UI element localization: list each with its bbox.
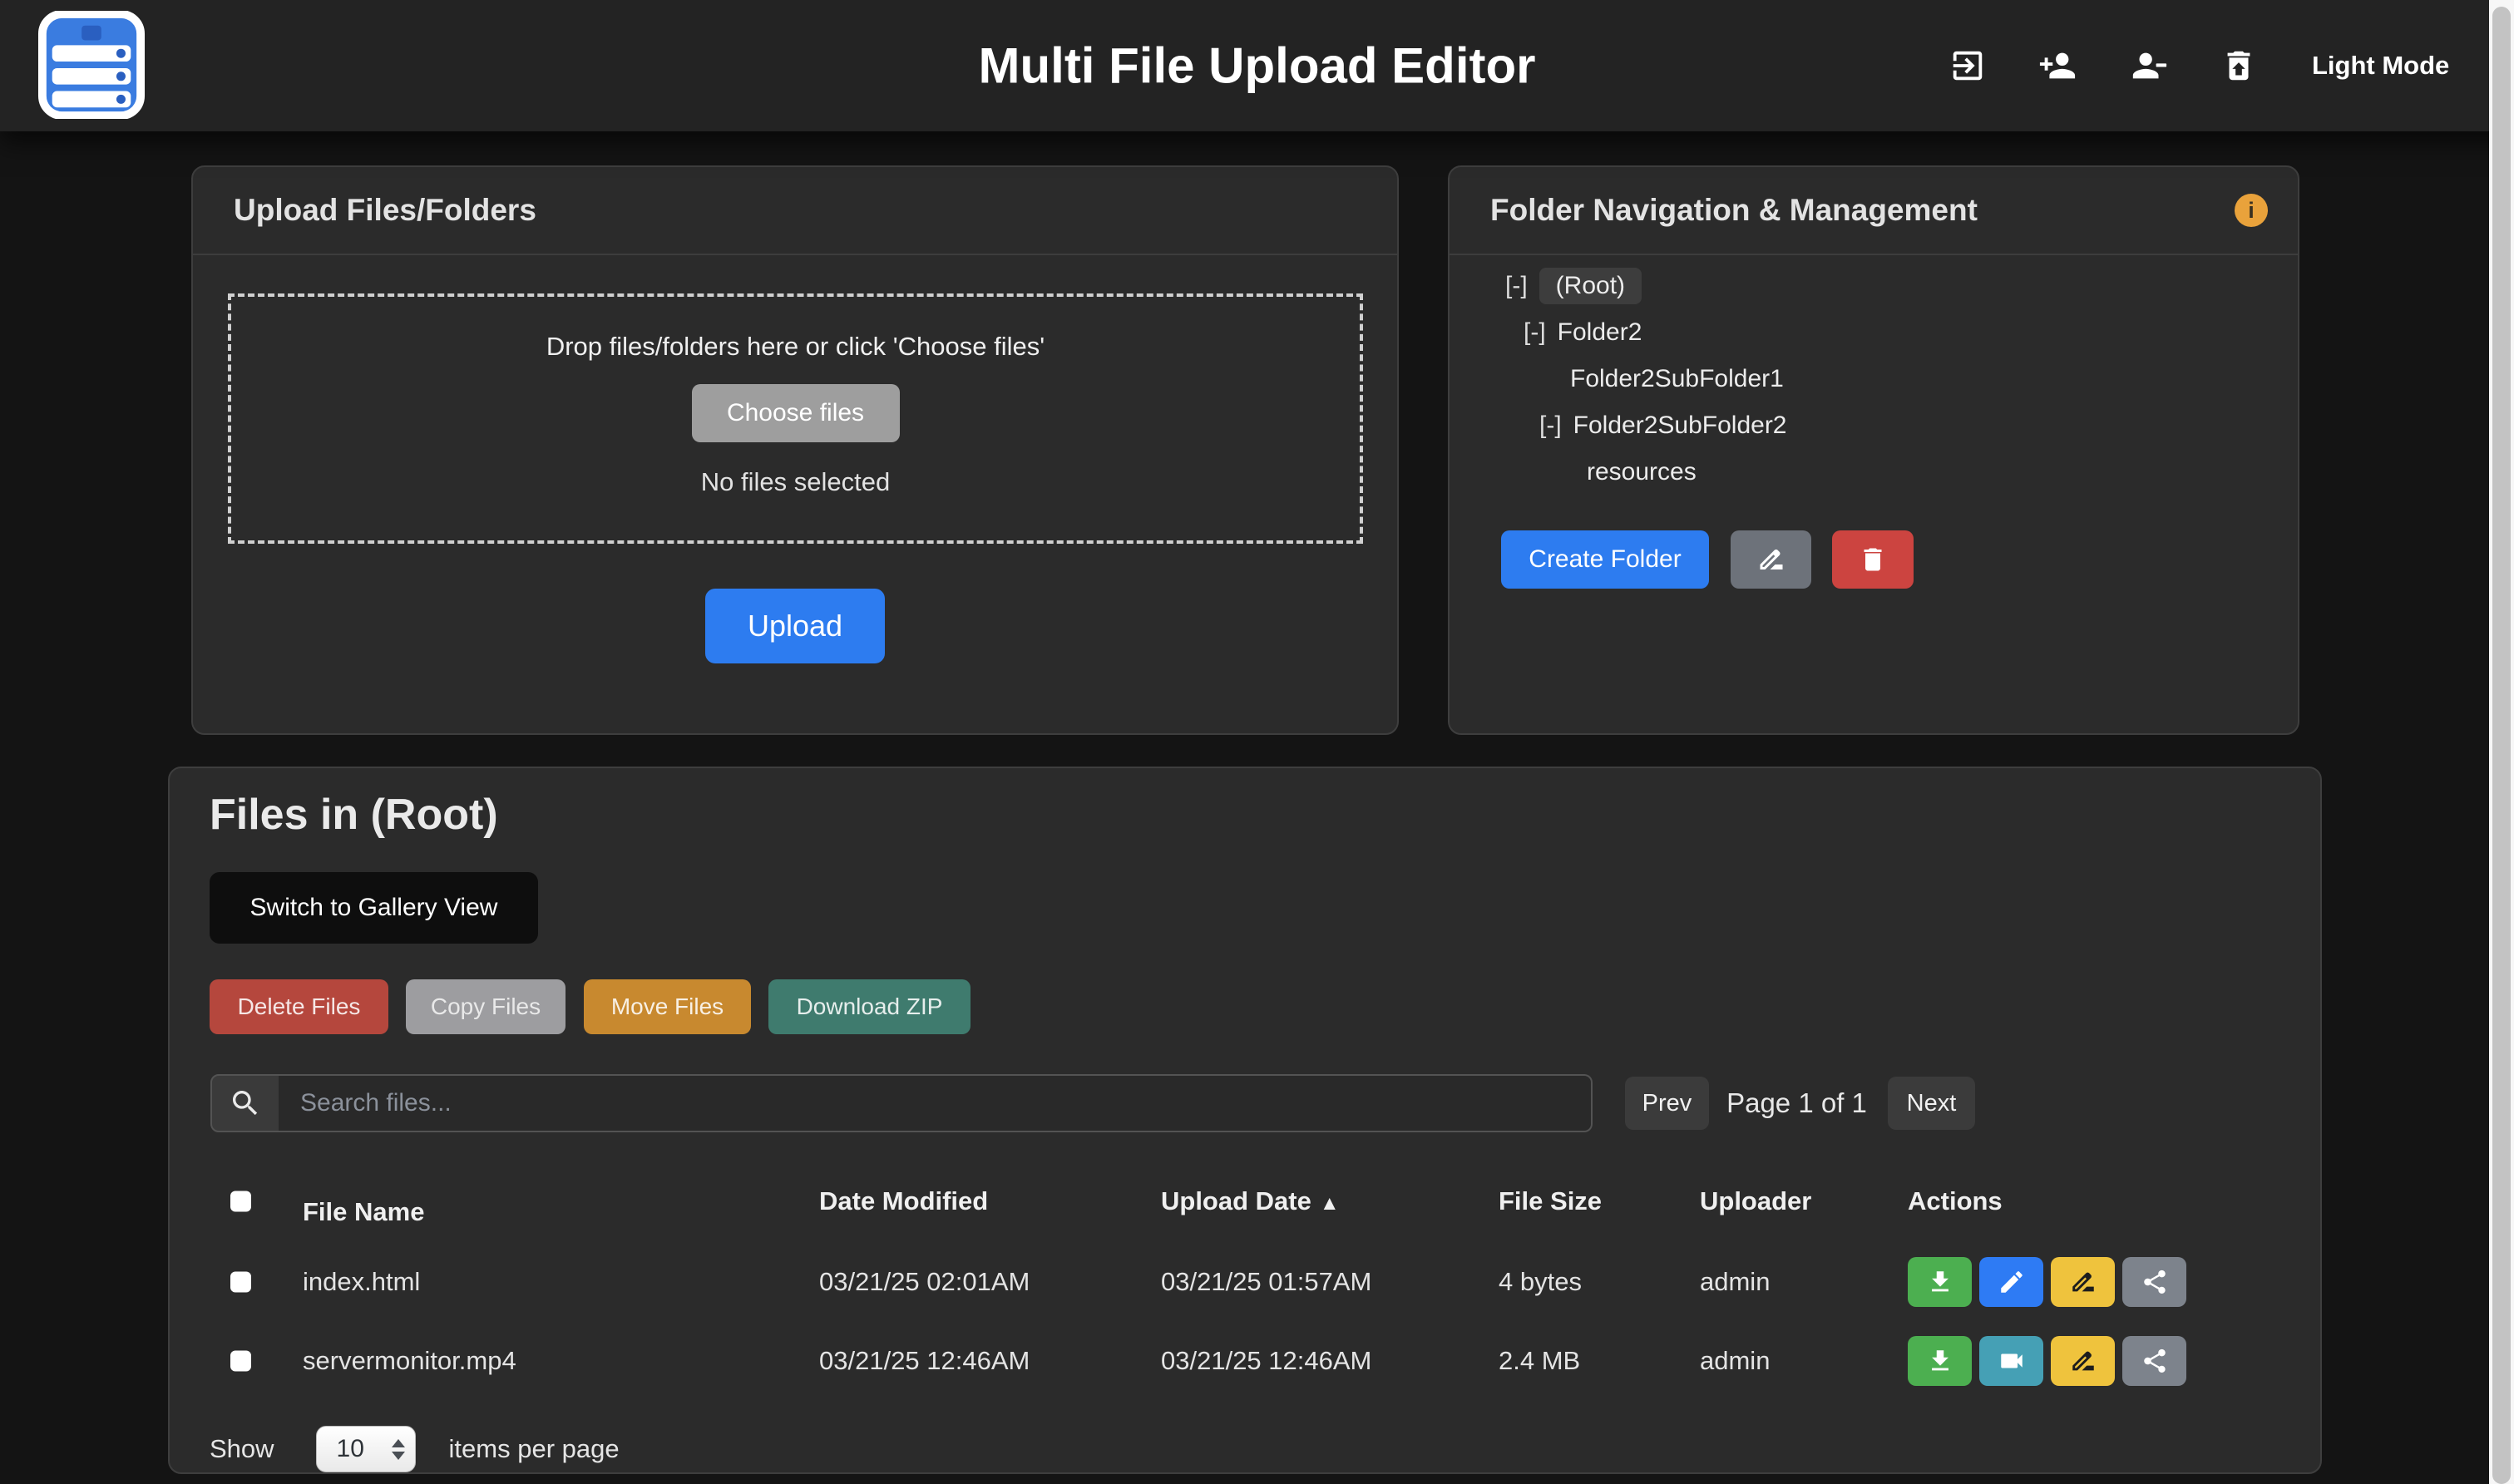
page-indicator: Page 1 of 1 xyxy=(1721,1077,1873,1130)
row-checkbox[interactable] xyxy=(230,1271,251,1292)
download-icon xyxy=(1926,1268,1954,1296)
share-file-button[interactable] xyxy=(2122,1336,2186,1386)
upload-panel-title: Upload Files/Folders xyxy=(193,167,1397,255)
file-name: servermonitor.mp4 xyxy=(303,1346,516,1376)
tree-item-label[interactable]: resources xyxy=(1587,458,1697,486)
rename-file-button[interactable] xyxy=(2051,1257,2115,1307)
download-zip-button[interactable]: Download ZIP xyxy=(768,979,971,1034)
light-mode-toggle[interactable]: Light Mode xyxy=(2312,0,2449,131)
edit-file-button[interactable] xyxy=(1979,1257,2043,1307)
add-user-icon[interactable] xyxy=(2038,47,2077,85)
files-panel: Files in (Root) Switch to Gallery View D… xyxy=(168,767,2322,1474)
column-header-date-modified[interactable]: Date Modified xyxy=(819,1186,988,1216)
file-dropzone[interactable]: Drop files/folders here or click 'Choose… xyxy=(228,293,1363,544)
delete-files-button[interactable]: Delete Files xyxy=(210,979,388,1034)
items-per-page-value: 10 xyxy=(337,1435,364,1463)
table-row: servermonitor.mp4 03/21/25 12:46AM 03/21… xyxy=(170,1321,2320,1400)
tree-item-resources[interactable]: resources xyxy=(1450,449,2298,495)
download-icon xyxy=(1926,1347,1954,1375)
uploader: admin xyxy=(1700,1267,1770,1297)
uploader: admin xyxy=(1700,1346,1770,1376)
video-camera-icon xyxy=(1998,1347,2026,1375)
items-per-page-label: items per page xyxy=(449,1434,620,1464)
pencil-line-icon xyxy=(1756,545,1786,574)
logout-icon[interactable] xyxy=(1948,47,1987,85)
download-file-button[interactable] xyxy=(1908,1336,1972,1386)
upload-panel: Upload Files/Folders Drop files/folders … xyxy=(191,165,1399,735)
search-input[interactable] xyxy=(279,1074,1593,1132)
vertical-scrollbar[interactable] xyxy=(2489,0,2514,1484)
folder-tree: [-] (Root) [-] Folder2 Folder2SubFolder1… xyxy=(1450,263,2298,495)
app-header: Multi File Upload Editor Light Mode xyxy=(0,0,2514,131)
switch-gallery-view-button[interactable]: Switch to Gallery View xyxy=(210,872,538,944)
file-size: 4 bytes xyxy=(1499,1267,1582,1297)
rename-file-button[interactable] xyxy=(2051,1336,2115,1386)
dropzone-hint: Drop files/folders here or click 'Choose… xyxy=(546,332,1045,362)
tree-item-root[interactable]: [-] (Root) xyxy=(1450,263,2298,309)
next-page-button[interactable]: Next xyxy=(1888,1077,1975,1130)
table-header-row: File Name Date Modified Upload Date▲ Fil… xyxy=(170,1174,2320,1229)
pencil-icon xyxy=(1998,1268,2026,1296)
collapse-toggle[interactable]: [-] xyxy=(1539,412,1562,440)
tree-item-folder2[interactable]: [-] Folder2 xyxy=(1450,309,2298,356)
remove-user-icon[interactable] xyxy=(2130,47,2168,85)
scrollbar-thumb[interactable] xyxy=(2492,7,2511,1484)
app-logo-server-icon[interactable] xyxy=(37,11,146,121)
upload-date: 03/21/25 01:57AM xyxy=(1161,1267,1371,1297)
pencil-line-icon xyxy=(2069,1347,2097,1375)
prev-page-button[interactable]: Prev xyxy=(1625,1077,1709,1130)
tree-item-folder2subfolder2[interactable]: [-] Folder2SubFolder2 xyxy=(1450,402,2298,449)
create-folder-button[interactable]: Create Folder xyxy=(1501,530,1709,589)
row-checkbox[interactable] xyxy=(230,1350,251,1371)
upload-date: 03/21/25 12:46AM xyxy=(1161,1346,1371,1376)
date-modified: 03/21/25 12:46AM xyxy=(819,1346,1030,1376)
files-section-title: Files in (Root) xyxy=(210,790,498,840)
sort-ascending-icon: ▲ xyxy=(1320,1192,1340,1215)
share-file-button[interactable] xyxy=(2122,1257,2186,1307)
select-all-checkbox[interactable] xyxy=(230,1191,251,1212)
search-icon[interactable] xyxy=(210,1074,280,1132)
column-header-actions: Actions xyxy=(1908,1186,2003,1216)
choose-files-button[interactable]: Choose files xyxy=(692,384,900,442)
page-title: Multi File Upload Editor xyxy=(979,37,1536,95)
date-modified: 03/21/25 02:01AM xyxy=(819,1267,1030,1297)
column-header-file-name[interactable]: File Name xyxy=(303,1197,424,1227)
play-video-button[interactable] xyxy=(1979,1336,2043,1386)
collapse-toggle[interactable]: [-] xyxy=(1505,272,1528,300)
folder-panel: Folder Navigation & Management i [-] (Ro… xyxy=(1448,165,2299,735)
file-name: index.html xyxy=(303,1267,420,1297)
tree-item-label[interactable]: Folder2SubFolder2 xyxy=(1573,412,1787,440)
no-files-status: No files selected xyxy=(701,467,890,497)
table-row: index.html 03/21/25 02:01AM 03/21/25 01:… xyxy=(170,1242,2320,1321)
stepper-arrows-icon xyxy=(392,1439,405,1460)
download-file-button[interactable] xyxy=(1908,1257,1972,1307)
share-icon xyxy=(2141,1347,2169,1375)
rename-folder-button[interactable] xyxy=(1731,530,1811,589)
column-header-uploader[interactable]: Uploader xyxy=(1700,1186,1811,1216)
restore-trash-icon[interactable] xyxy=(2220,47,2258,85)
collapse-toggle[interactable]: [-] xyxy=(1524,318,1546,347)
trash-icon xyxy=(1858,545,1888,574)
pencil-line-icon xyxy=(2069,1268,2097,1296)
items-per-page-select[interactable]: 10 xyxy=(316,1426,416,1472)
column-header-file-size[interactable]: File Size xyxy=(1499,1186,1602,1216)
move-files-button[interactable]: Move Files xyxy=(584,979,751,1034)
tree-item-folder2subfolder1[interactable]: Folder2SubFolder1 xyxy=(1450,356,2298,402)
show-label: Show xyxy=(210,1434,274,1464)
tree-item-label[interactable]: Folder2SubFolder1 xyxy=(1570,365,1784,393)
items-per-page-control: Show 10 items per page xyxy=(210,1425,620,1473)
tree-item-label[interactable]: (Root) xyxy=(1539,268,1642,304)
tree-item-label[interactable]: Folder2 xyxy=(1558,318,1642,347)
file-size: 2.4 MB xyxy=(1499,1346,1580,1376)
delete-folder-button[interactable] xyxy=(1832,530,1914,589)
info-icon[interactable]: i xyxy=(2235,194,2268,227)
copy-files-button[interactable]: Copy Files xyxy=(406,979,566,1034)
column-header-upload-date[interactable]: Upload Date▲ xyxy=(1161,1186,1340,1216)
share-icon xyxy=(2141,1268,2169,1296)
folder-panel-title: Folder Navigation & Management xyxy=(1490,193,1978,228)
upload-button[interactable]: Upload xyxy=(705,589,885,663)
